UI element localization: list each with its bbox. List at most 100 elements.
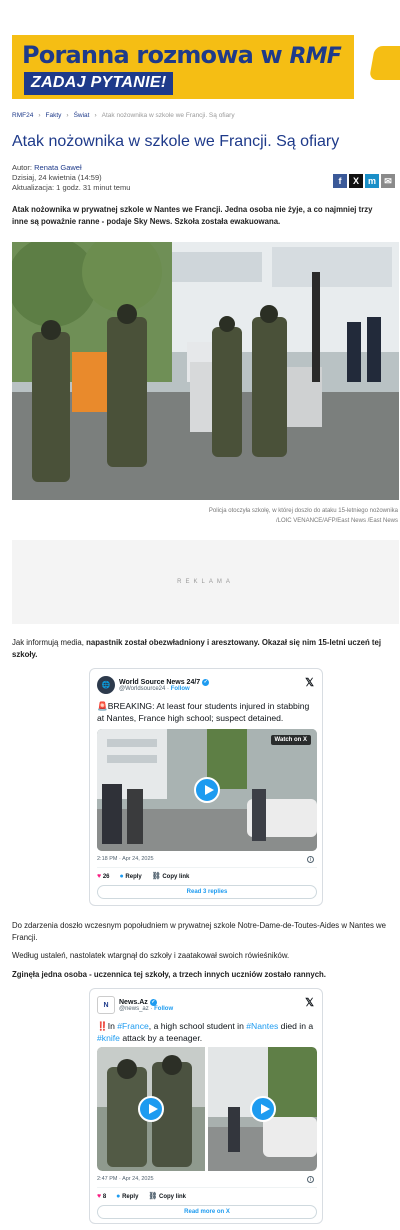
article-meta: Autor: Renata Gaweł Dzisiaj, 24 kwietnia… — [12, 163, 130, 193]
like-count: 8 — [102, 1193, 107, 1200]
reply-icon: ● — [119, 872, 124, 880]
photo-illustration — [12, 242, 399, 500]
ad-placeholder: REKLAMA — [12, 540, 399, 624]
tweet-text: 🚨BREAKING: At least four students injure… — [97, 701, 310, 723]
read-more-button[interactable]: Read more on X — [97, 1205, 317, 1219]
banner-title: Poranna rozmowa w RMF — [22, 41, 342, 69]
embedded-tweet-1[interactable]: 🌐 World Source News 24/7 ✓ @Worldsource24… — [89, 668, 323, 906]
photo-caption: Policja otoczyła szkołę, w której doszło… — [18, 506, 398, 526]
tweet-author-name-text[interactable]: News.Az — [119, 999, 148, 1006]
article-title: Atak nożownika w szkole we Francji. Są o… — [12, 133, 340, 150]
author-name[interactable]: Renata Gaweł — [34, 163, 82, 172]
tweet-author-name-text[interactable]: World Source News 24/7 — [119, 679, 200, 686]
update-time: Aktualizacja: 1 godz. 31 minut temu — [12, 183, 131, 192]
tweet-text-part: ‼️In — [97, 1021, 118, 1031]
tweet-text-part: , a high school student in — [148, 1021, 247, 1031]
tweet-video[interactable]: Watch on X — [97, 729, 317, 851]
follow-button[interactable]: Follow — [154, 1006, 173, 1012]
paragraph-2: Do zdarzenia doszło wczesnym popołudniem… — [12, 921, 386, 942]
tweet-text-part: died in a — [278, 1021, 314, 1031]
caption-credit: /LOIC VENANCE/AFP/East News /East News — [275, 518, 398, 524]
messenger-icon[interactable]: m — [365, 174, 379, 188]
play-icon[interactable] — [194, 777, 220, 803]
caption-line1: Policja otoczyła szkołę, w której doszło… — [208, 508, 398, 514]
mail-icon[interactable]: ✉ — [381, 174, 395, 188]
x-logo-icon[interactable]: 𝕏 — [305, 996, 314, 1009]
hashtag-knife[interactable]: #knife — [97, 1033, 120, 1043]
facebook-icon[interactable]: f — [333, 174, 347, 188]
tweet-author-name: News.Az ✓ — [119, 998, 173, 1006]
breadcrumb-separator-icon: › — [94, 112, 97, 119]
share-buttons: f X m ✉ — [333, 174, 395, 188]
banner-title-text: Poranna rozmowa w — [22, 41, 290, 69]
paragraph-1-text: Jak informują media, — [12, 638, 87, 647]
tweet-handle: @Worldsource24 · Follow — [119, 685, 190, 692]
copy-link-label: Copy link — [162, 874, 190, 880]
rmf-banner[interactable]: Poranna rozmowa w RMF ZADAJ PYTANIE! — [0, 0, 400, 108]
x-logo-icon[interactable]: 𝕏 — [305, 676, 314, 689]
avatar[interactable]: N — [97, 996, 115, 1014]
tweet-actions: ♥ 8 ● Reply ⛓ Copy link — [97, 1192, 186, 1201]
banner-ad[interactable]: Poranna rozmowa w RMF ZADAJ PYTANIE! — [12, 35, 354, 99]
heart-icon: ♥ — [97, 872, 102, 880]
tweet-divider — [97, 1187, 317, 1188]
tweet-handle: @news_az · Follow — [119, 1005, 174, 1012]
ask-question-button[interactable]: ZADAJ PYTANIE! — [24, 72, 174, 95]
reply-label: Reply — [122, 1193, 139, 1200]
breadcrumb-rmf24[interactable]: RMF24 — [12, 112, 33, 119]
tweet-text-part: attack by a teenager. — [119, 1032, 203, 1043]
breadcrumb-separator-icon: › — [38, 112, 41, 119]
verified-icon: ✓ — [202, 678, 210, 686]
like-action[interactable]: ♥ 26 — [97, 873, 110, 880]
heart-icon: ♥ — [97, 1192, 102, 1200]
reply-label: Reply — [125, 873, 142, 880]
play-icon[interactable] — [138, 1096, 164, 1122]
tweet-divider — [97, 867, 317, 868]
like-count: 26 — [102, 873, 110, 880]
breadcrumb: RMF24 › Fakty › Świat › Atak nożownika w… — [12, 112, 235, 119]
copy-link-action[interactable]: ⛓ Copy link — [148, 1192, 186, 1200]
tweet-media-grid — [97, 1047, 317, 1171]
tweet-video-2[interactable] — [208, 1047, 317, 1171]
paragraph-4: Zginęła jedna osoba - uczennica tej szko… — [12, 969, 390, 981]
embedded-tweet-2[interactable]: N News.Az ✓ @news_az · Follow 𝕏 ‼️In #Fra… — [89, 988, 323, 1224]
publish-date: Dzisiaj, 24 kwietnia (14:59) — [12, 173, 102, 182]
play-icon[interactable] — [250, 1096, 276, 1122]
link-icon: ⛓ — [151, 873, 161, 880]
breadcrumb-swiat[interactable]: Świat — [74, 112, 90, 119]
tweet-actions: ♥ 26 ● Reply ⛓ Copy link — [97, 872, 190, 881]
copy-link-action[interactable]: ⛓ Copy link — [152, 872, 190, 880]
tweet-handle-text[interactable]: @Worldsource24 — [119, 686, 165, 692]
reply-action[interactable]: ● Reply — [120, 873, 142, 880]
info-icon[interactable]: i — [307, 856, 314, 863]
tweet-header: N News.Az ✓ @news_az · Follow — [97, 996, 173, 1014]
tweet-video-1[interactable] — [97, 1047, 205, 1171]
watch-on-x-badge[interactable]: Watch on X — [270, 735, 311, 745]
tweet-time[interactable]: 2:18 PM · Apr 24, 2025 — [97, 856, 154, 862]
hashtag-france[interactable]: #France — [117, 1021, 149, 1031]
like-action[interactable]: ♥ 8 — [97, 1193, 106, 1200]
banner-brand: RMF — [289, 44, 341, 69]
paragraph-1: Jak informują media, napastnik został ob… — [12, 637, 390, 661]
breadcrumb-separator-icon: › — [66, 112, 69, 119]
breadcrumb-current: Atak nożownika w szkole we Francji. Są o… — [101, 112, 235, 119]
copy-link-label: Copy link — [158, 1194, 186, 1200]
follow-button[interactable]: Follow — [171, 686, 190, 692]
tweet-author-name: World Source News 24/7 ✓ — [119, 678, 210, 686]
read-replies-button[interactable]: Read 3 replies — [97, 885, 317, 899]
tweet-handle-text[interactable]: @news_az — [119, 1006, 149, 1012]
info-icon[interactable]: i — [307, 1176, 314, 1183]
hashtag-nantes[interactable]: #Nantes — [246, 1021, 278, 1031]
breadcrumb-fakty[interactable]: Fakty — [45, 112, 61, 119]
article-lead: Atak nożownika w prywatnej szkole w Nant… — [12, 205, 373, 226]
tweet-text: ‼️In #France, a high school student in #… — [97, 1021, 317, 1044]
paragraph-4-bold: Zginęła jedna osoba - uczennica tej szko… — [12, 970, 326, 979]
tweet-time[interactable]: 2:47 PM · Apr 24, 2025 — [97, 1176, 154, 1182]
x-icon[interactable]: X — [349, 174, 363, 188]
link-icon: ⛓ — [148, 1193, 158, 1200]
article-photo — [12, 242, 399, 500]
banner-side-shape — [369, 46, 400, 80]
reply-action[interactable]: ● Reply — [116, 1193, 138, 1200]
tweet-header: 🌐 World Source News 24/7 ✓ @Worldsource24… — [97, 676, 210, 694]
avatar[interactable]: 🌐 — [97, 676, 115, 694]
